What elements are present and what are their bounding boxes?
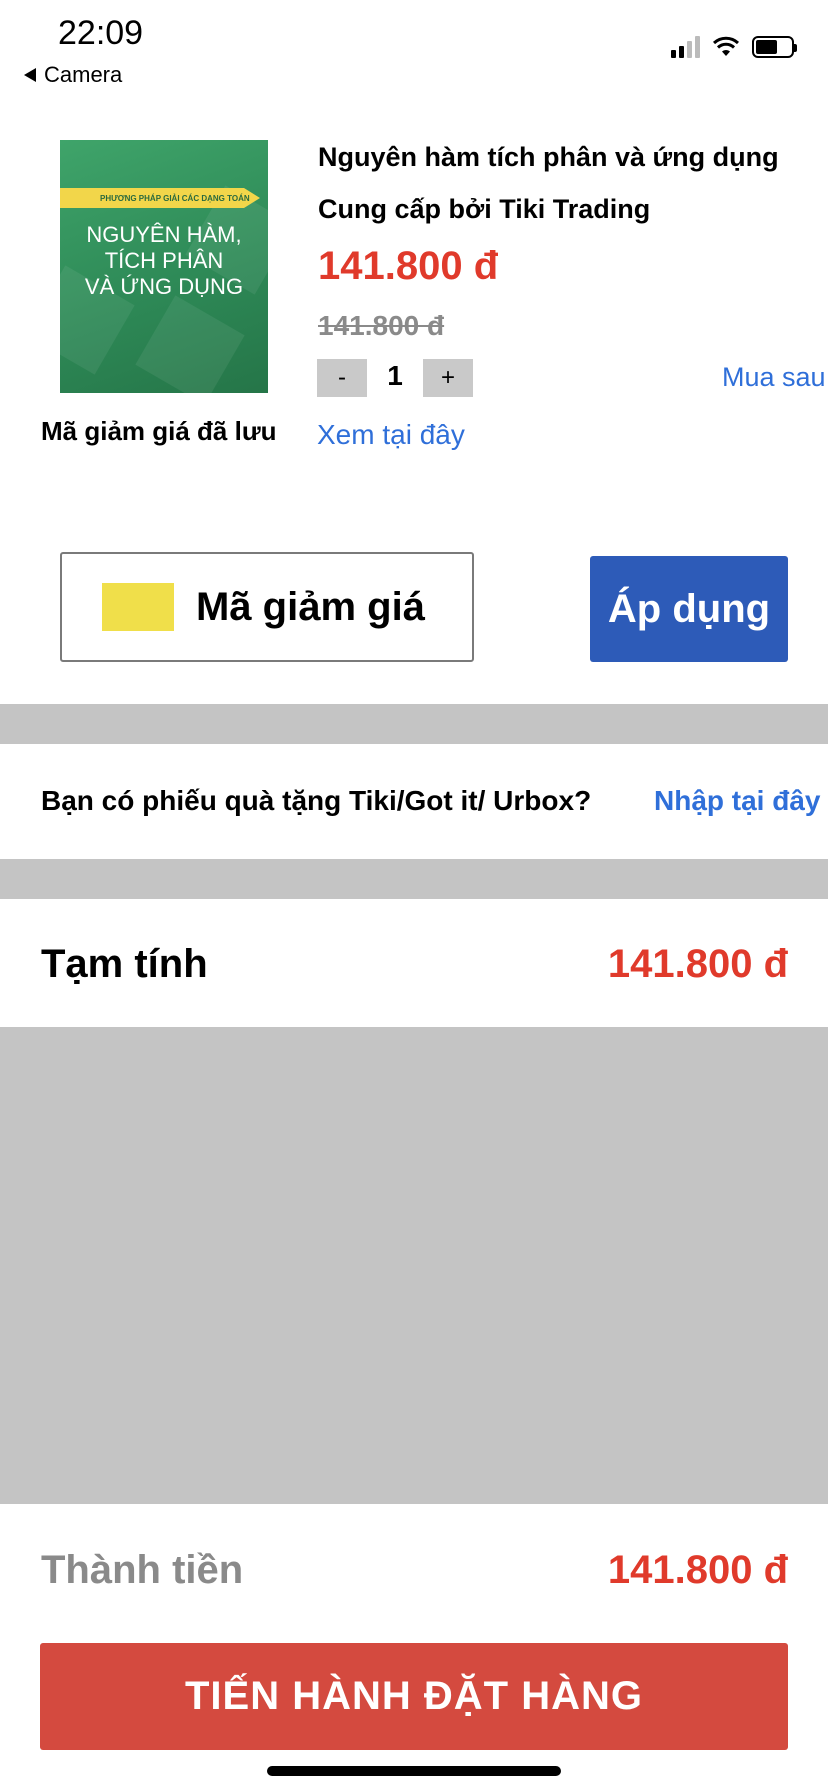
subtotal-value: 141.800 đ (607, 942, 788, 986)
product-original-price: 141.800 đ (318, 310, 445, 341)
coupon-tag-icon (102, 583, 174, 631)
battery-icon (752, 36, 797, 58)
book-cover-image[interactable]: PHƯƠNG PHÁP GIẢI CÁC DẠNG TOÁN THPT NGUY… (60, 140, 268, 393)
total-value: 141.800 đ (607, 1548, 788, 1592)
product-price: 141.800 đ (318, 244, 499, 288)
total-label: Thành tiền (41, 1548, 244, 1592)
cover-banner: PHƯƠNG PHÁP GIẢI CÁC DẠNG TOÁN THPT (60, 188, 260, 208)
section-divider (0, 859, 828, 899)
wifi-icon (712, 36, 740, 56)
section-divider (0, 704, 828, 744)
status-icons (671, 36, 797, 58)
empty-content-area (0, 1027, 828, 1504)
back-arrow-icon (24, 68, 36, 82)
place-order-button[interactable]: TIẾN HÀNH ĐẶT HÀNG (40, 1643, 788, 1750)
gift-card-question: Bạn có phiếu quà tặng Tiki/Got it/ Urbox… (41, 785, 592, 816)
status-time: 22:09 (58, 14, 144, 52)
apply-coupon-button[interactable]: Áp dụng (590, 556, 788, 662)
subtotal-label: Tạm tính (41, 942, 208, 986)
view-saved-coupons-link[interactable]: Xem tại đây (317, 419, 465, 451)
home-indicator[interactable] (267, 1766, 561, 1776)
quantity-increase-button[interactable]: + (423, 359, 473, 397)
back-to-app-button[interactable]: Camera (24, 62, 122, 88)
coupon-code-input[interactable]: Mã giảm giá (60, 552, 474, 662)
gift-card-enter-link[interactable]: Nhập tại đây (654, 785, 820, 817)
buy-later-link[interactable]: Mua sau (722, 362, 826, 393)
product-title[interactable]: Nguyên hàm tích phân và ứng dụng (318, 142, 779, 173)
product-seller: Cung cấp bởi Tiki Trading (318, 194, 651, 224)
quantity-decrease-button[interactable]: - (317, 359, 367, 397)
back-app-label: Camera (44, 62, 123, 87)
cellular-signal-icon (671, 36, 700, 58)
saved-coupons-label: Mã giảm giá đã lưu (41, 416, 277, 446)
quantity-value: 1 (387, 360, 403, 391)
cover-title: NGUYÊN HÀM, TÍCH PHÂN VÀ ỨNG DỤNG (84, 222, 244, 299)
coupon-input-label: Mã giảm giá (196, 584, 425, 629)
